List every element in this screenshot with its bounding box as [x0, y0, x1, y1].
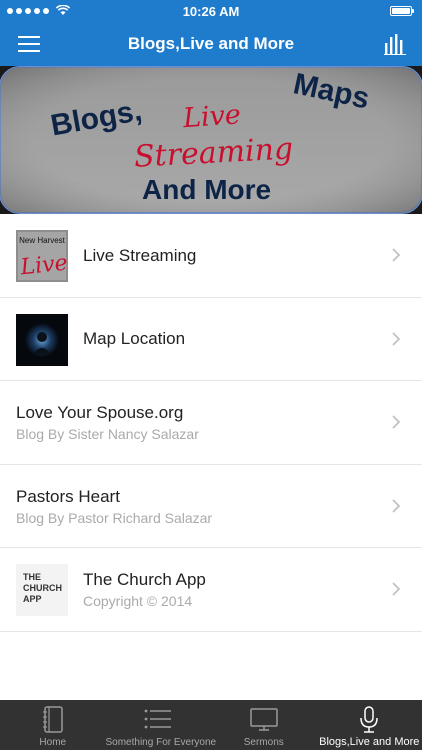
bar-chart-icon[interactable] [384, 33, 406, 55]
tv-icon [250, 708, 278, 731]
list-item-subtitle: Copyright © 2014 [83, 593, 193, 609]
status-bar: 10:26 AM [0, 0, 422, 22]
list-item-live-streaming[interactable]: New Harvest Live Live Streaming [0, 214, 422, 298]
list-item-the-church-app[interactable]: THE CHURCH APP The Church App Copyright … [0, 548, 422, 632]
chevron-right-icon [392, 582, 401, 596]
battery-icon [390, 6, 414, 16]
banner-graphic: Blogs, Live Maps Streaming And More [0, 66, 422, 214]
list-icon [144, 709, 172, 729]
thumb-label-live: Live [18, 251, 68, 281]
thumb-label-line-3: APP [23, 594, 42, 604]
list-item-text: Love Your Spouse.org Blog By Sister Nanc… [16, 403, 199, 442]
tab-bar: Home Something For Everyone Sermons Blog… [0, 700, 422, 750]
banner-text-and-more: And More [142, 174, 271, 205]
list-item-title: Pastors Heart [16, 486, 120, 506]
thumb-label-line-2: CHURCH [23, 583, 62, 593]
chevron-right-icon [392, 248, 401, 262]
list-item-title: The Church App [83, 570, 206, 589]
list-item-map-location[interactable]: Map Location [0, 297, 422, 381]
notebook-icon [42, 706, 63, 733]
list-item-subtitle: Blog By Sister Nancy Salazar [16, 426, 199, 442]
microphone-icon [360, 706, 378, 733]
list-item-pastors-heart[interactable]: Pastors Heart Blog By Pastor Richard Sal… [0, 464, 422, 548]
list-item-text: The Church App Copyright © 2014 [83, 570, 206, 609]
church-app-thumbnail: THE CHURCH APP [16, 564, 68, 616]
chevron-right-icon [392, 498, 401, 513]
live-streaming-thumbnail: New Harvest Live [16, 230, 68, 282]
status-time: 10:26 AM [182, 4, 240, 19]
tab-something-for-everyone[interactable]: Something For Everyone [105, 700, 217, 750]
tab-blogs-live-and-more[interactable]: Blogs,Live and More [317, 700, 422, 750]
tab-label: Something For Everyone [105, 737, 217, 748]
map-location-thumbnail [16, 313, 68, 366]
chevron-right-icon [392, 415, 401, 429]
list-item-subtitle: Blog By Pastor Richard Salazar [16, 509, 213, 526]
app-screen: 10:26 AM Blogs,Live and More Blogs, Live… [0, 0, 422, 750]
list-item-text: Pastors Heart Blog By Pastor Richard Sal… [16, 487, 212, 526]
tab-home[interactable]: Home [0, 700, 106, 750]
tab-label: Sermons [243, 737, 284, 748]
tab-sermons[interactable]: Sermons [211, 700, 317, 750]
header-banner: Blogs, Live Maps Streaming And More [0, 66, 422, 214]
navigation-bar: Blogs,Live and More [0, 22, 422, 66]
battery-fill [392, 8, 410, 14]
tab-label: Blogs,Live and More [319, 736, 420, 748]
thumb-label-new-harvest: New Harvest [19, 236, 66, 245]
tab-label: Home [39, 737, 67, 748]
menu-list: New Harvest Live Live Streaming Map Loca… [0, 214, 422, 632]
list-item-title: Love Your Spouse.org [16, 403, 184, 422]
thumb-label-line-1: THE [23, 572, 41, 582]
list-item-title: Live Streaming [83, 245, 197, 265]
page-title: Blogs,Live and More [127, 34, 295, 53]
chevron-right-icon [392, 331, 401, 346]
list-item-love-your-spouse[interactable]: Love Your Spouse.org Blog By Sister Nanc… [0, 381, 422, 465]
banner-text-live: Live [181, 99, 242, 134]
list-item-title: Map Location [83, 329, 186, 348]
